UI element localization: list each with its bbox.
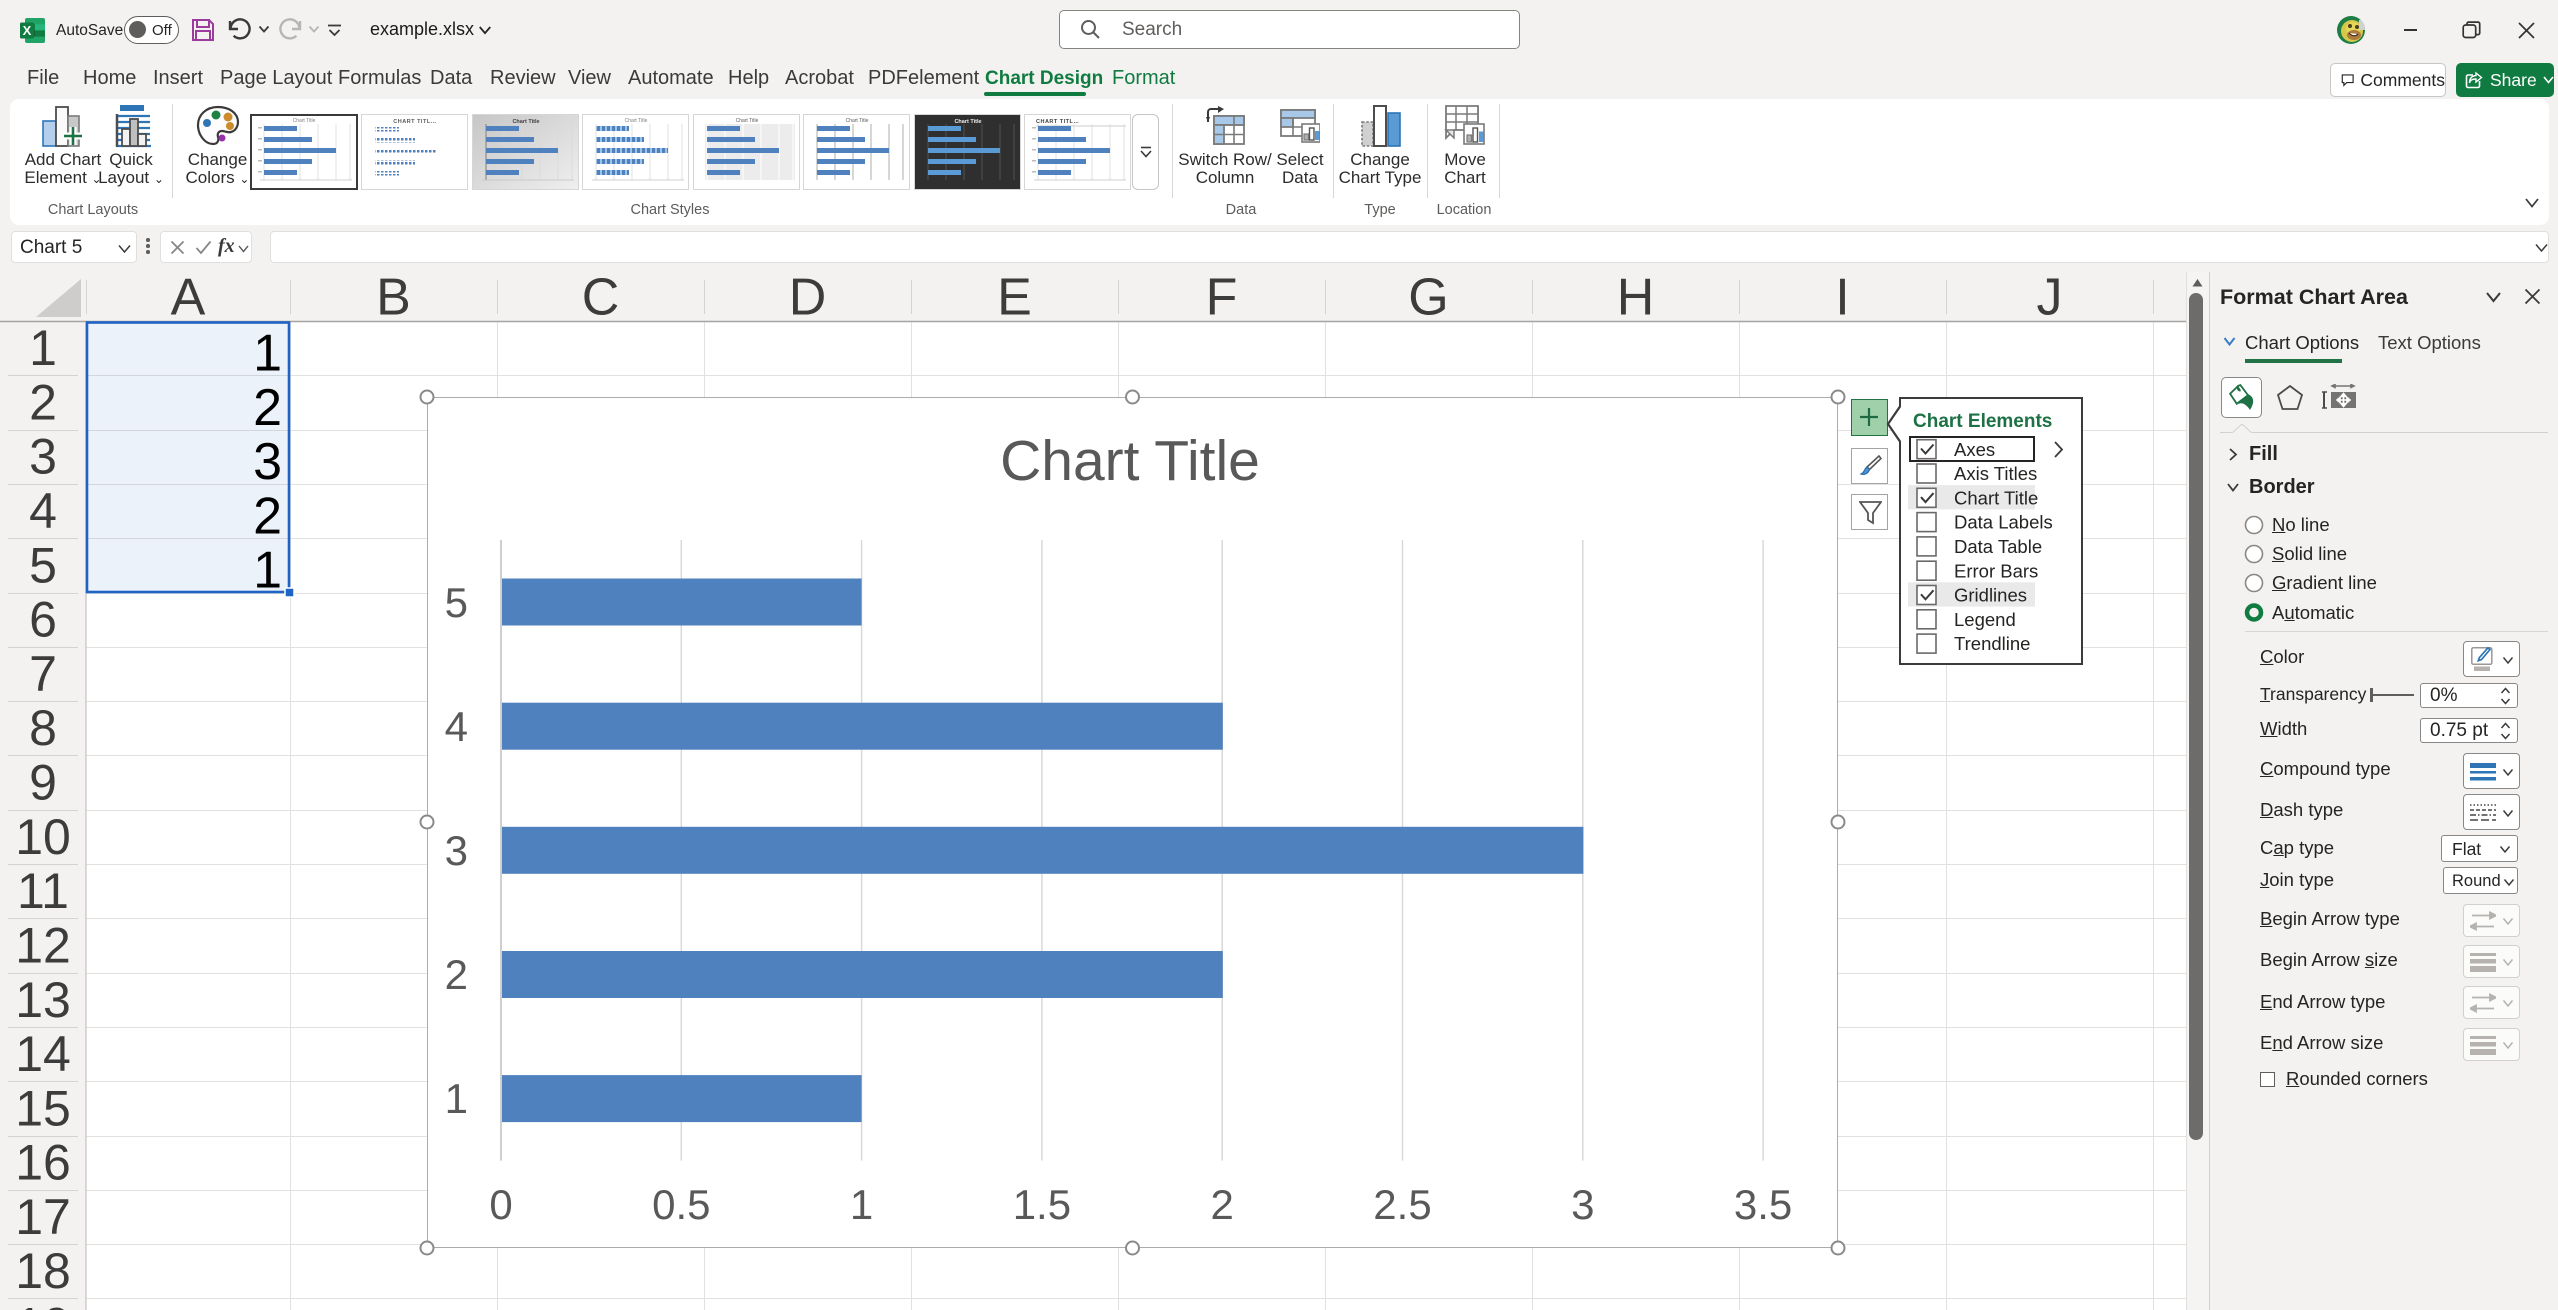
svg-text:CHART TITL…: CHART TITL… xyxy=(393,119,436,125)
svg-text:Chart Title: Chart Title xyxy=(954,119,981,125)
svg-text:CHART TITL…: CHART TITL… xyxy=(1036,119,1079,125)
svg-text:8: 8 xyxy=(29,700,57,756)
svg-text:Trendline: Trendline xyxy=(1954,633,2030,654)
svg-text:12: 12 xyxy=(15,917,71,973)
svg-text:Gridlines: Gridlines xyxy=(1954,585,2027,606)
svg-text:F: F xyxy=(1206,272,1238,327)
svg-text:G: G xyxy=(1408,272,1448,327)
svg-text:D: D xyxy=(789,272,827,327)
svg-text:X: X xyxy=(23,23,32,38)
svg-text:2: 2 xyxy=(253,487,282,545)
svg-text:6: 6 xyxy=(29,592,57,648)
svg-text:Chart Title: Chart Title xyxy=(1954,487,2038,508)
svg-text:Axis Titles: Axis Titles xyxy=(1954,463,2037,484)
svg-text:10: 10 xyxy=(15,809,71,865)
svg-text:9: 9 xyxy=(29,755,57,811)
svg-text:Chart Title: Chart Title xyxy=(846,118,869,124)
svg-text:Error Bars: Error Bars xyxy=(1954,560,2038,581)
svg-text:Axes: Axes xyxy=(1954,439,1995,460)
svg-text:2: 2 xyxy=(29,374,57,430)
svg-text:B: B xyxy=(376,272,411,327)
svg-text:Chart Title: Chart Title xyxy=(625,118,648,124)
svg-text:Data Labels: Data Labels xyxy=(1954,512,2053,533)
svg-text:H: H xyxy=(1617,272,1655,327)
svg-text:1: 1 xyxy=(253,325,282,383)
svg-text:C: C xyxy=(582,272,620,327)
svg-text:J: J xyxy=(2037,272,2063,327)
svg-text:Chart Title: Chart Title xyxy=(512,119,539,125)
svg-text:16: 16 xyxy=(15,1135,71,1191)
svg-text:Data Table: Data Table xyxy=(1954,536,2042,557)
svg-text:Chart Title: Chart Title xyxy=(293,118,316,124)
svg-text:14: 14 xyxy=(15,1026,71,1082)
svg-text:Chart Title: Chart Title xyxy=(736,118,759,124)
svg-text:11: 11 xyxy=(17,863,69,919)
svg-text:19: 19 xyxy=(15,1298,71,1310)
svg-text:7: 7 xyxy=(29,646,57,702)
svg-text:17: 17 xyxy=(15,1189,71,1245)
svg-text:13: 13 xyxy=(15,972,71,1028)
svg-text:3: 3 xyxy=(253,433,282,491)
svg-text:3: 3 xyxy=(29,429,57,485)
svg-text:2: 2 xyxy=(253,379,282,437)
svg-text:A: A xyxy=(171,272,206,327)
svg-text:5: 5 xyxy=(29,537,57,593)
svg-text:Legend: Legend xyxy=(1954,609,2016,630)
svg-text:18: 18 xyxy=(15,1243,71,1299)
svg-text:I: I xyxy=(1835,272,1849,327)
svg-text:E: E xyxy=(997,272,1032,327)
svg-text:1: 1 xyxy=(29,320,57,376)
svg-text:15: 15 xyxy=(15,1080,71,1136)
svg-text:1: 1 xyxy=(253,542,282,600)
svg-text:4: 4 xyxy=(29,483,57,539)
